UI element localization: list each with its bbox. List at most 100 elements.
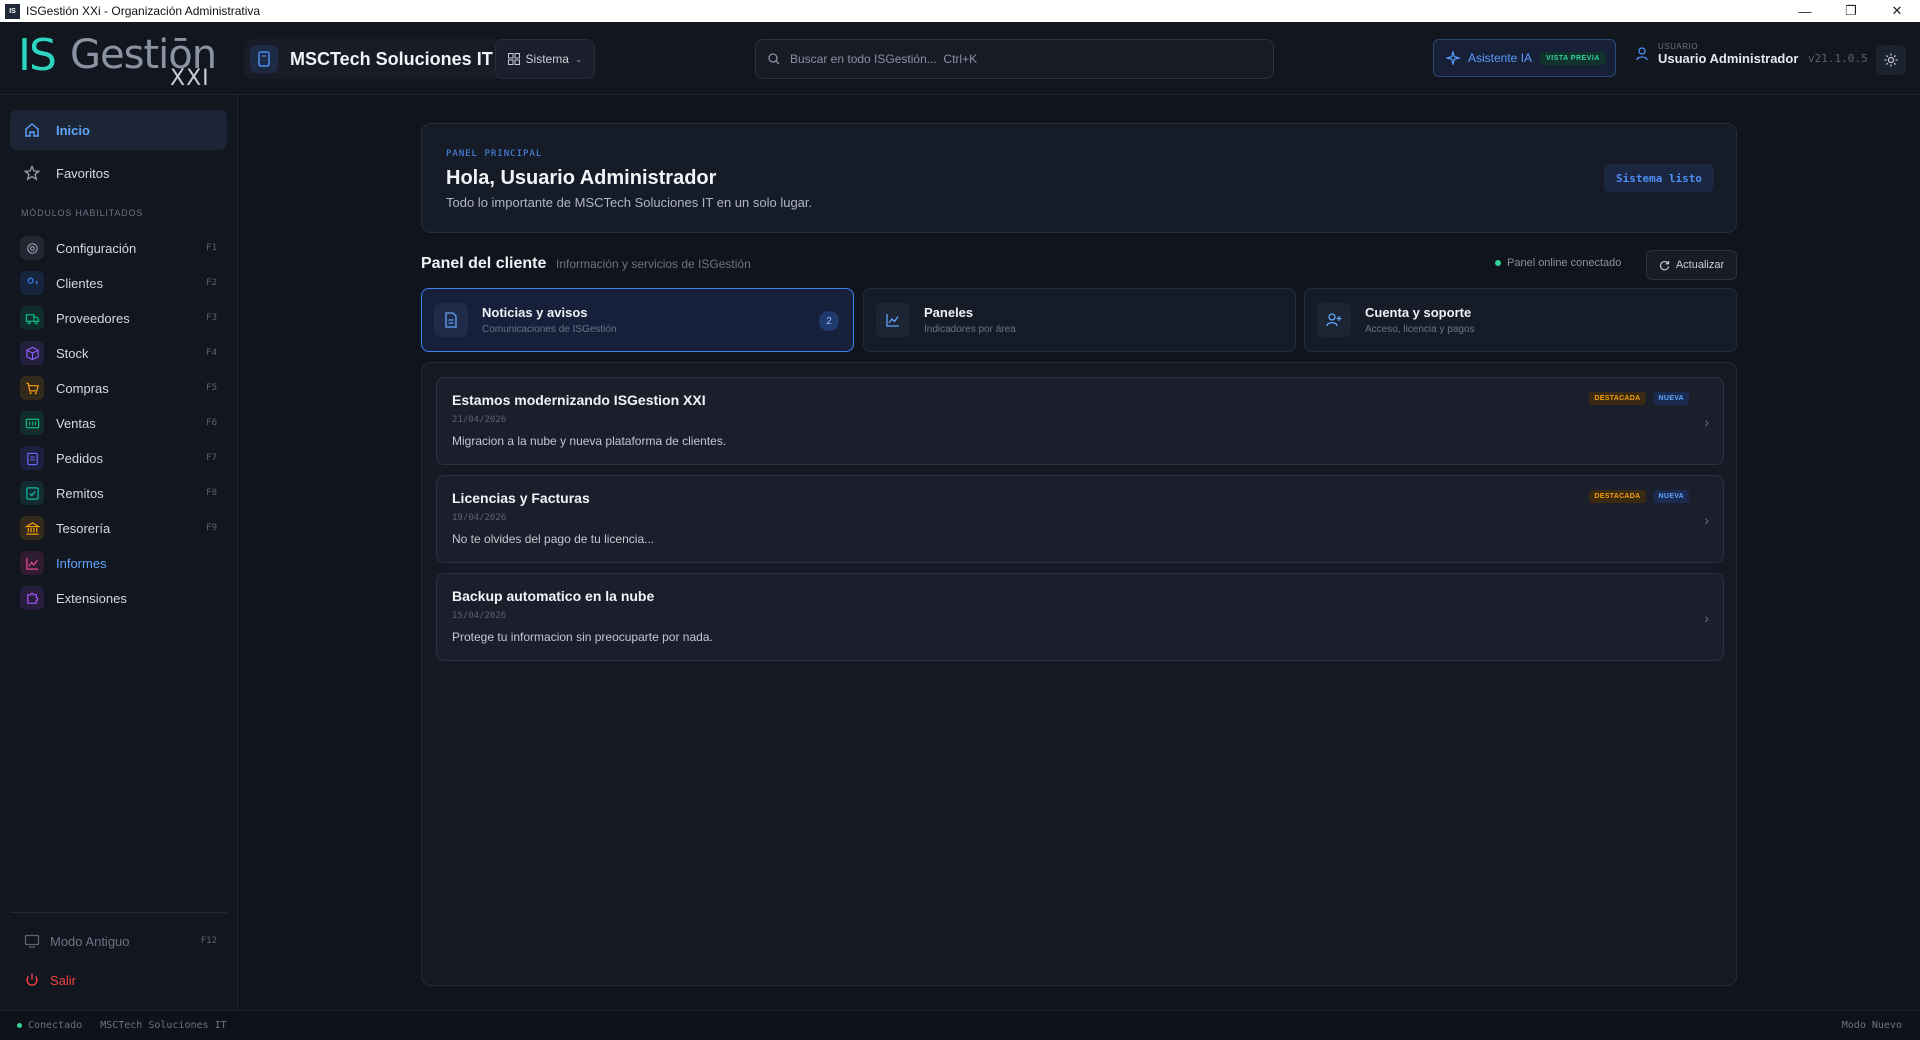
- featured-badge: DESTACADA: [1589, 392, 1646, 405]
- theme-toggle-button[interactable]: [1876, 45, 1906, 75]
- news-item[interactable]: Estamos modernizando ISGestion XXI 21/04…: [436, 377, 1724, 465]
- sidebar-item-label: Clientes: [56, 275, 103, 291]
- legacy-mode-label: Modo Antiguo: [50, 933, 130, 949]
- user-caption: USUARIO: [1658, 42, 1698, 51]
- ai-assistant-label: Asistente IA: [1468, 51, 1533, 65]
- sparkle-icon: [1446, 51, 1460, 65]
- news-title: Licencias y Facturas: [452, 490, 590, 506]
- connection-status: Conectado: [28, 1020, 83, 1031]
- sidebar-item-label: Proveedores: [56, 310, 130, 326]
- status-dot-icon: [1495, 260, 1501, 266]
- hero-caption: PANEL PRINCIPAL: [446, 149, 543, 159]
- sidebar-item-label: Remitos: [56, 485, 104, 501]
- app-icon: IS: [5, 3, 20, 19]
- sidebar-item-ventas[interactable]: Ventas F6: [10, 403, 227, 443]
- close-window-button[interactable]: ✕: [1874, 0, 1920, 22]
- global-search[interactable]: [755, 39, 1274, 79]
- window-title: ISGestión XXi - Organización Administrat…: [26, 4, 261, 18]
- user-menu[interactable]: USUARIO Usuario Administrador: [1636, 42, 1798, 66]
- preview-badge: VISTA PREVIA: [1540, 51, 1606, 65]
- cart-icon: [20, 376, 44, 400]
- status-bar: Conectado MSCTech Soluciones IT Modo Nue…: [0, 1010, 1920, 1040]
- sidebar-item-label: Ventas: [56, 415, 96, 431]
- sidebar-item-inicio[interactable]: Inicio: [10, 110, 227, 150]
- shortcut-key: F8: [206, 488, 217, 498]
- news-item[interactable]: Backup automatico en la nube 15/04/2026 …: [436, 573, 1724, 661]
- legacy-mode-key: F12: [200, 936, 217, 946]
- sidebar-item-label: Favoritos: [56, 165, 110, 181]
- sidebar-item-label: Tesorería: [56, 520, 111, 536]
- news-text: Migracion a la nube y nueva plataforma d…: [452, 434, 727, 448]
- building-icon: [250, 45, 278, 73]
- legacy-mode-button[interactable]: Modo Antiguo F12: [10, 921, 227, 961]
- tab-subtitle: Indicadores por área: [924, 324, 1016, 335]
- search-icon: [768, 53, 780, 65]
- refresh-button[interactable]: Actualizar: [1646, 250, 1737, 280]
- monitor-icon: [20, 929, 44, 953]
- tab-cuenta-soporte[interactable]: Cuenta y soporte Acceso, licencia y pago…: [1304, 288, 1737, 352]
- sidebar-item-stock[interactable]: Stock F4: [10, 333, 227, 373]
- new-badge: NUEVA: [1653, 490, 1689, 503]
- sidebar-item-favoritos[interactable]: Favoritos: [10, 153, 227, 193]
- ai-assistant-button[interactable]: Asistente IA VISTA PREVIA: [1433, 39, 1616, 77]
- sidebar-item-pedidos[interactable]: Pedidos F7: [10, 438, 227, 478]
- chevron-right-icon: ›: [1704, 610, 1709, 626]
- user-icon: [1636, 47, 1648, 61]
- mode-indicator: Modo Nuevo: [1841, 1020, 1902, 1031]
- cash-icon: [20, 411, 44, 435]
- tab-paneles[interactable]: Paneles Indicadores por área: [863, 288, 1296, 352]
- tab-subtitle: Acceso, licencia y pagos: [1365, 324, 1475, 335]
- online-status: Panel online conectado: [1495, 257, 1621, 269]
- sidebar-item-tesoreria[interactable]: Tesorería F9: [10, 508, 227, 548]
- sidebar-item-label: Extensiones: [56, 590, 127, 606]
- news-date: 15/04/2026: [452, 611, 507, 621]
- status-company: MSCTech Soluciones IT: [100, 1020, 227, 1031]
- sidebar-item-compras[interactable]: Compras F5: [10, 368, 227, 408]
- search-input[interactable]: [790, 52, 1230, 66]
- sidebar-item-label: Configuración: [56, 240, 137, 256]
- panel-title: Panel del cliente: [421, 255, 547, 272]
- news-title: Estamos modernizando ISGestion XXI: [452, 392, 706, 408]
- chart-line-icon: [876, 303, 910, 337]
- news-list: Estamos modernizando ISGestion XXI 21/04…: [421, 362, 1737, 986]
- tab-noticias[interactable]: Noticias y avisos Comunicaciones de ISGe…: [421, 288, 854, 352]
- sidebar-item-remitos[interactable]: Remitos F8: [10, 473, 227, 513]
- box-icon: [20, 341, 44, 365]
- sidebar-item-configuracion[interactable]: Configuración F1: [10, 228, 227, 268]
- news-title: Backup automatico en la nube: [452, 588, 655, 604]
- panel-subtitle: Información y servicios de ISGestión: [556, 257, 751, 271]
- shortcut-key: F9: [206, 523, 217, 533]
- user-plus-icon: [1317, 303, 1351, 337]
- company-selector[interactable]: MSCTech Soluciones IT: [244, 39, 505, 79]
- window-titlebar: IS ISGestión XXi - Organización Administ…: [0, 0, 1920, 22]
- system-menu-label: Sistema: [525, 52, 569, 66]
- shortcut-key: F2: [206, 278, 217, 288]
- new-badge: NUEVA: [1653, 392, 1689, 405]
- shortcut-key: F6: [206, 418, 217, 428]
- restore-button[interactable]: ❐: [1828, 0, 1874, 22]
- logout-label: Salir: [50, 972, 77, 988]
- logout-button[interactable]: Salir: [10, 960, 227, 1000]
- news-text: No te olvides del pago de tu licencia...: [452, 532, 655, 546]
- bank-icon: [20, 516, 44, 540]
- shortcut-key: F3: [206, 313, 217, 323]
- sidebar-item-informes[interactable]: Informes: [10, 543, 227, 583]
- minimize-button[interactable]: —: [1782, 0, 1828, 22]
- sidebar-item-clientes[interactable]: Clientes F2: [10, 263, 227, 303]
- featured-badge: DESTACADA: [1589, 490, 1646, 503]
- users-icon: [20, 271, 44, 295]
- tab-title: Paneles: [924, 305, 974, 320]
- sidebar-item-extensiones[interactable]: Extensiones: [10, 578, 227, 618]
- sidebar-item-proveedores[interactable]: Proveedores F3: [10, 298, 227, 338]
- chevron-right-icon: ›: [1704, 414, 1709, 430]
- app-logo[interactable]: IS Gestiōn XXI: [18, 30, 218, 91]
- sidebar: Inicio Favoritos MÓDULOS HABILITADOS Con…: [0, 95, 238, 1010]
- tab-title: Noticias y avisos: [482, 305, 588, 320]
- sidebar-item-label: Pedidos: [56, 450, 103, 466]
- news-item[interactable]: Licencias y Facturas 19/04/2026 No te ol…: [436, 475, 1724, 563]
- home-icon: [20, 118, 44, 142]
- chevron-down-icon: ⌄: [574, 53, 583, 64]
- power-icon: [20, 968, 44, 992]
- system-menu-button[interactable]: Sistema ⌄: [495, 39, 595, 79]
- truck-icon: [20, 306, 44, 330]
